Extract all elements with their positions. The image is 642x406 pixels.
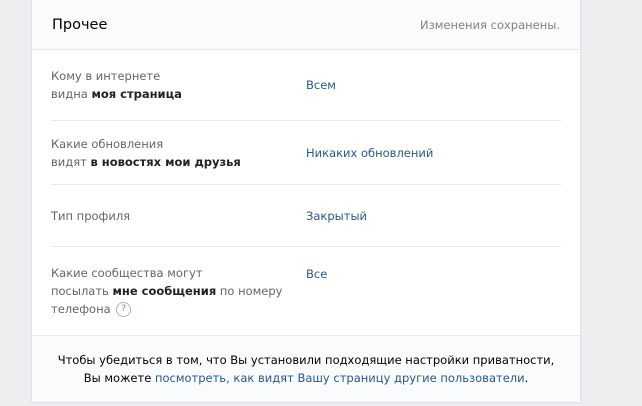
setting-label: Кому в интернете видна моя страница xyxy=(51,69,182,101)
setting-value-link[interactable]: Закрытый xyxy=(306,209,367,223)
privacy-footer: Чтобы убедиться в том, что Вы установили… xyxy=(32,335,580,402)
help-question-icon[interactable]: ? xyxy=(116,301,132,317)
setting-row-news-updates: Какие обновления видят в новостях мои др… xyxy=(51,121,561,185)
view-as-others-link[interactable]: посмотреть, как видят Вашу страницу друг… xyxy=(155,371,525,385)
save-status: Изменения сохранены. xyxy=(420,17,560,32)
setting-row-community-messages: Какие сообщества могут посылать мне сооб… xyxy=(51,247,561,334)
settings-list: Кому в интернете видна моя страница Всем… xyxy=(32,50,580,334)
setting-value-link[interactable]: Никаких обновлений xyxy=(306,146,433,160)
setting-row-profile-type: Тип профиля Закрытый xyxy=(51,185,561,247)
section-header: Прочее Изменения сохранены. xyxy=(32,0,580,50)
section-title: Прочее xyxy=(52,16,108,33)
setting-label: Какие обновления видят в новостях мои др… xyxy=(51,136,241,169)
footer-text-line1: Чтобы убедиться в том, что Вы установили… xyxy=(57,353,555,367)
setting-label: Тип профиля xyxy=(51,208,131,223)
setting-label: Какие сообщества могут посылать мне сооб… xyxy=(51,265,283,317)
setting-value-link[interactable]: Всем xyxy=(306,78,336,92)
setting-row-page-visibility: Кому в интернете видна моя страница Всем xyxy=(51,50,561,121)
privacy-settings-card: Прочее Изменения сохранены. Кому в интер… xyxy=(31,0,581,403)
setting-value-link[interactable]: Все xyxy=(306,267,327,281)
